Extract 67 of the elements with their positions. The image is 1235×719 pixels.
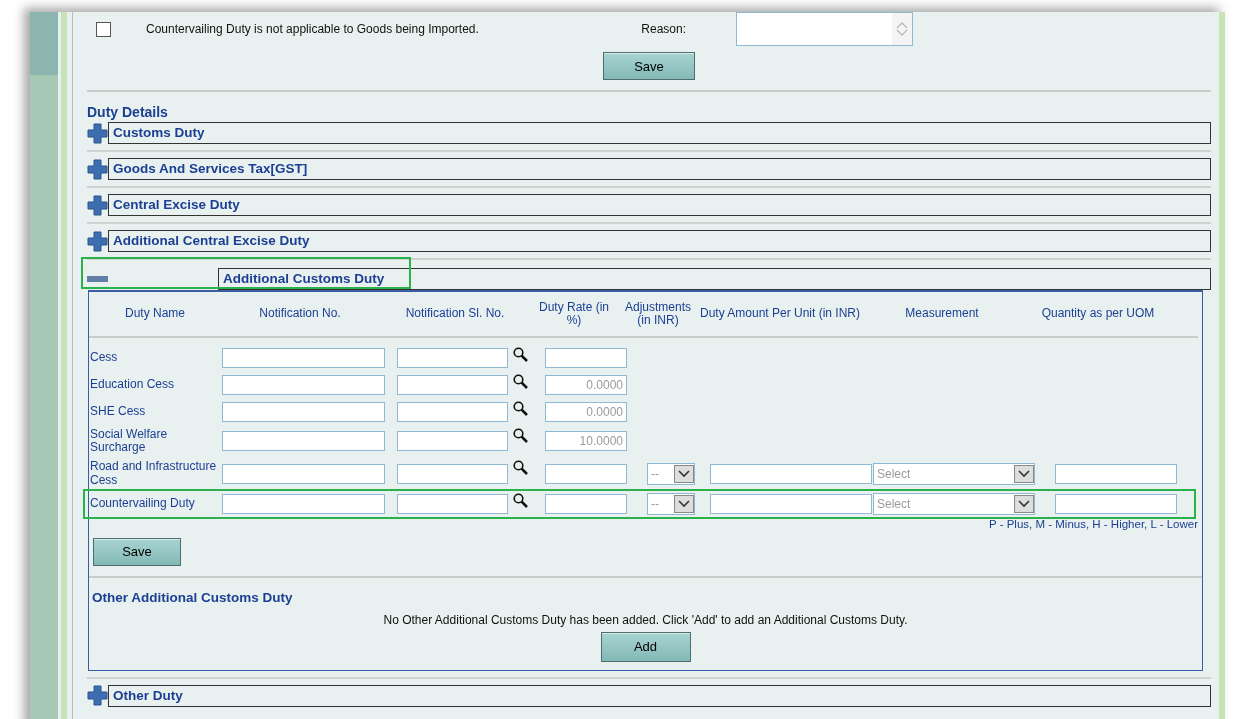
notification-number-field[interactable] <box>222 374 385 395</box>
search-icon[interactable] <box>513 374 528 389</box>
checkbox[interactable] <box>96 21 111 37</box>
subsection-title: Other Additional Customs Duty <box>92 589 294 605</box>
chevron-up-icon[interactable] <box>896 21 908 29</box>
sidebar <box>30 12 58 75</box>
column-header: Duty Name <box>124 307 186 321</box>
search-icon[interactable] <box>513 401 528 416</box>
section-title: Duty Details <box>87 104 169 120</box>
column-header: Notification No. <box>258 307 342 321</box>
plus-icon[interactable] <box>87 194 108 216</box>
column-header: Quantity as per UOM <box>1040 307 1156 321</box>
plus-icon[interactable] <box>87 230 108 252</box>
plus-icon[interactable] <box>87 158 108 180</box>
notification-number-field[interactable] <box>222 347 385 368</box>
duty-rate-field[interactable] <box>545 463 627 484</box>
notification-number-field[interactable] <box>222 401 385 422</box>
chevron-down-icon[interactable] <box>678 499 690 508</box>
search-icon[interactable] <box>513 492 528 508</box>
section-header[interactable]: Additional Customs Duty <box>218 268 1211 290</box>
section-header[interactable]: Central Excise Duty <box>108 194 1211 216</box>
notification-serial-field[interactable] <box>397 347 508 368</box>
column-header: Adjustments (in INR) <box>624 300 692 328</box>
column-header: Notification Sl. No. <box>404 307 506 321</box>
legend-text: P - Plus, M - Minus, H - Higher, L - Lower <box>988 517 1198 530</box>
section-header[interactable]: Customs Duty <box>108 122 1211 144</box>
reason-field[interactable] <box>736 12 913 46</box>
duty-name: SHE Cess <box>90 404 147 419</box>
search-icon[interactable] <box>513 460 528 476</box>
duty-name: Countervailing Duty <box>90 497 196 511</box>
chevron-down-icon[interactable] <box>1018 499 1030 508</box>
notification-number-field[interactable] <box>222 493 385 514</box>
search-icon[interactable] <box>513 347 528 362</box>
empty-message: No Other Additional Customs Duty has been added. Click 'Add' to add an Additional Customs Duty. <box>382 612 909 627</box>
duty-name: Road and Infrastructure Cess <box>90 460 218 487</box>
duty-rate-field[interactable] <box>545 493 627 514</box>
notification-serial-field[interactable] <box>397 431 508 452</box>
column-header: Duty Rate (in %) <box>538 300 610 328</box>
section-header[interactable]: Additional Central Excise Duty <box>108 230 1211 252</box>
checkbox-label: Countervailing Duty is not applicable to Goods being Imported. <box>146 22 480 36</box>
save-button[interactable]: Save <box>603 52 695 80</box>
duty-amount-field[interactable] <box>710 493 872 514</box>
notification-serial-field[interactable] <box>397 493 508 514</box>
plus-icon[interactable] <box>87 122 108 144</box>
plus-icon[interactable] <box>87 685 108 707</box>
duty-amount-field[interactable] <box>710 463 872 484</box>
quantity-field[interactable] <box>1055 463 1177 484</box>
notification-serial-field[interactable] <box>397 463 508 484</box>
notification-serial-field[interactable] <box>397 374 508 395</box>
search-icon[interactable] <box>513 428 528 443</box>
add-button[interactable]: Add <box>600 631 691 662</box>
notification-serial-field[interactable] <box>397 401 508 422</box>
duty-name: Education Cess <box>90 377 176 392</box>
section-header[interactable]: Other Duty <box>108 684 1211 707</box>
chevron-down-icon[interactable] <box>1018 469 1030 478</box>
duty-name: Cess <box>90 350 119 365</box>
duty-rate-field[interactable] <box>545 347 627 368</box>
duty-name: Social Welfare Surcharge <box>90 428 169 455</box>
column-header: Duty Amount Per Unit (in INR) <box>699 307 861 321</box>
save-button[interactable]: Save <box>93 537 181 566</box>
quantity-field[interactable] <box>1055 493 1177 514</box>
section-header[interactable]: Goods And Services Tax[GST] <box>108 158 1211 180</box>
notification-number-field[interactable] <box>222 431 385 452</box>
column-header: Measurement <box>904 307 980 321</box>
reason-label: Reason: <box>640 22 686 36</box>
chevron-down-icon[interactable] <box>678 469 690 478</box>
notification-number-field[interactable] <box>222 463 385 484</box>
